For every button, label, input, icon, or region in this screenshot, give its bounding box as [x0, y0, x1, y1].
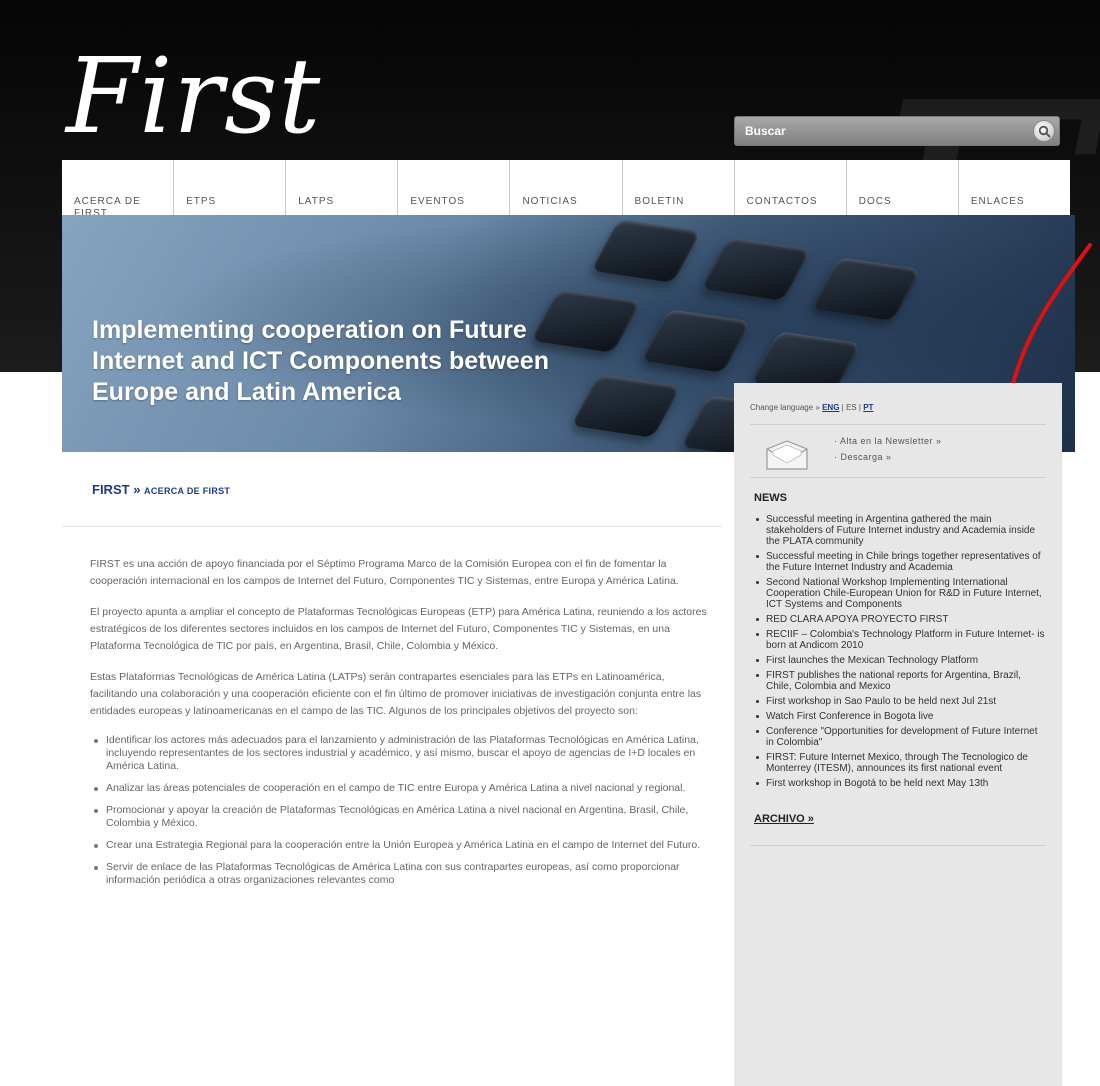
keyboard-key-decoration	[590, 219, 702, 283]
breadcrumb: FIRST » ACERCA DE FIRST	[92, 482, 230, 497]
language-selector: Change language » ENG | ES | PT	[750, 403, 1046, 412]
latps-paragraph: Estas Plataformas Tecnológicas de Améric…	[90, 671, 702, 717]
archive-link[interactable]: ARCHIVO »	[754, 813, 814, 825]
nav-item-boletin[interactable]: BOLETIN	[623, 160, 735, 215]
language-label: Change language »	[750, 403, 820, 412]
news-item[interactable]: First workshop in Sao Paulo to be held n…	[754, 696, 1046, 707]
keyboard-key-decoration	[700, 237, 812, 301]
list-item: Servir de enlace de las Plataformas Tecn…	[90, 861, 712, 887]
news-item[interactable]: Conference "Opportunities for developmen…	[754, 726, 1046, 748]
sidebar: Change language » ENG | ES | PT · Alta e…	[734, 383, 1062, 1086]
content-divider	[62, 526, 722, 527]
list-item: Promocionar y apoyar la creación de Plat…	[90, 804, 712, 830]
news-item[interactable]: RECIIF – Colombia's Technology Platform …	[754, 629, 1046, 651]
news-item[interactable]: Successful meeting in Argentina gathered…	[754, 514, 1046, 547]
intro-paragraph: FIRST es una acción de apoyo financiada …	[90, 558, 679, 587]
search-box	[734, 116, 1060, 146]
site-logo[interactable]: First	[66, 44, 321, 148]
language-separator: |	[841, 403, 844, 412]
nav-item-noticias[interactable]: NOTICIAS	[510, 160, 623, 215]
banner-title: Implementing cooperation on Future Inter…	[92, 316, 549, 406]
nav-item-enlaces[interactable]: ENLACES	[959, 160, 1070, 215]
language-separator: |	[858, 403, 861, 412]
newsletter-download-link[interactable]: · Descarga »	[834, 452, 892, 462]
nav-item-eventos[interactable]: EVENTOS	[398, 160, 511, 215]
news-item[interactable]: First launches the Mexican Technology Pl…	[754, 655, 1046, 666]
envelope-icon	[766, 440, 808, 470]
newsletter-links: · Alta en la Newsletter » · Descarga »	[834, 433, 942, 465]
news-item[interactable]: RED CLARA APOYA PROYECTO FIRST	[754, 614, 1046, 625]
main-content: FIRST es una acción de apoyo financiada …	[90, 556, 712, 896]
language-pt-link[interactable]: PT	[863, 403, 873, 412]
keyboard-key-decoration	[810, 257, 922, 321]
sidebar-divider	[750, 424, 1046, 425]
news-item[interactable]: FIRST publishes the national reports for…	[754, 670, 1046, 692]
search-input[interactable]	[735, 117, 1025, 145]
nav-item-contactos[interactable]: CONTACTOS	[735, 160, 847, 215]
nav-item-etps[interactable]: ETPS	[174, 160, 287, 215]
objectives-list: Identificar los actores más adecuados pa…	[90, 734, 712, 887]
sidebar-divider	[750, 477, 1046, 478]
search-icon	[1038, 125, 1051, 138]
breadcrumb-current: ACERCA DE FIRST	[144, 486, 231, 496]
keyboard-key-decoration	[640, 309, 752, 373]
newsletter-box: · Alta en la Newsletter » · Descarga »	[750, 433, 1046, 473]
list-item: Analizar las áreas potenciales de cooper…	[90, 782, 712, 795]
sidebar-divider	[750, 845, 1046, 846]
news-item[interactable]: Watch First Conference in Bogota live	[754, 711, 1046, 722]
nav-item-latps[interactable]: LATPS	[286, 160, 399, 215]
news-item[interactable]: First workshop in Bogotá to be held next…	[754, 778, 1046, 789]
breadcrumb-root[interactable]: FIRST	[92, 482, 130, 497]
nav-item-docs[interactable]: DOCS	[847, 160, 959, 215]
news-item[interactable]: Second National Workshop Implementing In…	[754, 577, 1046, 610]
news-item[interactable]: Successful meeting in Chile brings toget…	[754, 551, 1046, 573]
nav-item-acerca[interactable]: ACERCA DE FIRST	[62, 160, 175, 215]
list-item: Crear una Estrategia Regional para la co…	[90, 839, 712, 852]
search-button[interactable]	[1033, 120, 1055, 142]
breadcrumb-separator: »	[133, 482, 141, 497]
newsletter-signup-link[interactable]: · Alta en la Newsletter »	[834, 436, 942, 446]
news-item[interactable]: FIRST: Future Internet Mexico, through T…	[754, 752, 1046, 774]
project-paragraph: El proyecto apunta a ampliar el concepto…	[90, 606, 707, 652]
main-nav: ACERCA DE FIRST ETPS LATPS EVENTOS NOTIC…	[62, 160, 1070, 215]
language-es-link[interactable]: ES	[846, 403, 857, 412]
news-heading: NEWS	[754, 492, 787, 504]
list-item: Identificar los actores más adecuados pa…	[90, 734, 712, 773]
language-eng-link[interactable]: ENG	[822, 403, 839, 412]
news-list: Successful meeting in Argentina gathered…	[750, 514, 1046, 789]
